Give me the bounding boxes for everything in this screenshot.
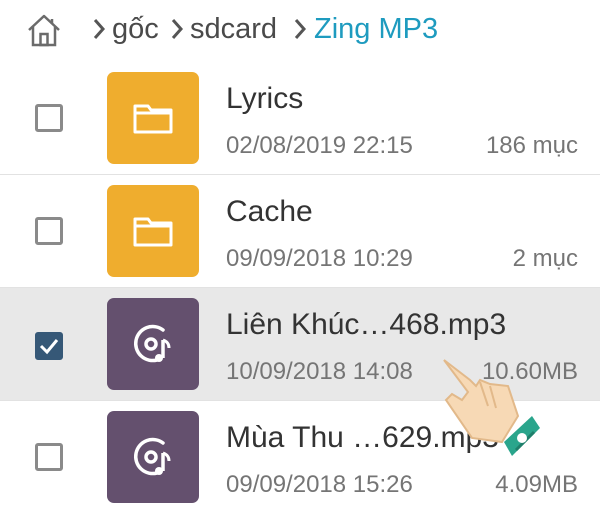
audio-thumbnail <box>107 411 199 503</box>
select-checkbox[interactable] <box>35 104 63 132</box>
checkmark-icon <box>39 339 59 355</box>
file-row-cache[interactable]: Cache 09/09/2018 10:29 2 mục <box>0 175 600 288</box>
select-checkbox[interactable] <box>35 443 63 471</box>
file-date: 09/09/2018 15:26 <box>226 471 413 498</box>
chevron-right-icon <box>171 19 184 39</box>
chevron-right-icon <box>294 19 307 39</box>
home-icon[interactable] <box>24 10 64 50</box>
file-name: Cache <box>226 195 313 228</box>
breadcrumb-item-root[interactable]: gốc <box>112 11 159 47</box>
folder-icon <box>133 217 173 247</box>
breadcrumb-item-sdcard[interactable]: sdcard <box>190 11 277 47</box>
audio-thumbnail <box>107 298 199 390</box>
chevron-right-icon <box>93 19 106 39</box>
file-size: 4.09MB <box>495 471 578 498</box>
file-date: 09/09/2018 10:29 <box>226 245 413 272</box>
breadcrumb: gốc sdcard Zing MP3 <box>0 0 600 62</box>
file-name: Liên Khúc…468.mp3 <box>226 308 507 341</box>
file-date: 10/09/2018 14:08 <box>226 358 413 385</box>
folder-thumbnail <box>107 185 199 277</box>
file-name: Lyrics <box>226 82 304 115</box>
file-size: 2 mục <box>512 245 578 272</box>
folder-thumbnail <box>107 72 199 164</box>
folder-icon <box>133 104 173 134</box>
music-disc-icon <box>134 437 171 476</box>
select-checkbox[interactable] <box>35 332 63 360</box>
file-row-lyrics[interactable]: Lyrics 02/08/2019 22:15 186 mục <box>0 62 600 175</box>
file-date: 02/08/2019 22:15 <box>226 132 413 159</box>
music-disc-icon <box>134 324 171 363</box>
breadcrumb-item-zing-mp3[interactable]: Zing MP3 <box>314 11 438 47</box>
select-checkbox[interactable] <box>35 217 63 245</box>
file-size: 186 mục <box>485 132 578 159</box>
pointing-hand-icon <box>443 359 540 456</box>
